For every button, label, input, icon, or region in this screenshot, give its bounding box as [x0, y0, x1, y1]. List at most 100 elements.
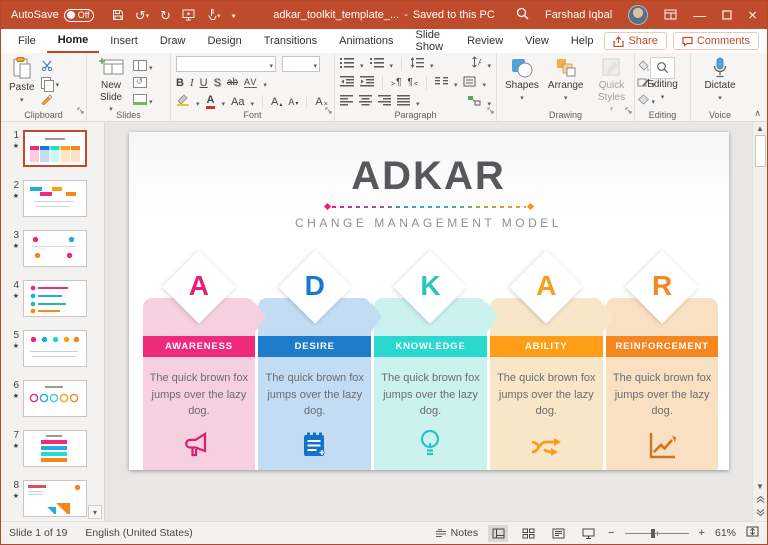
- tab-slide-show[interactable]: Slide Show: [405, 29, 457, 53]
- columns-button[interactable]: [435, 74, 448, 92]
- decrease-font-size-button[interactable]: A▾: [288, 98, 298, 107]
- slide-thumbnail-3[interactable]: 3: [5, 230, 98, 267]
- dialog-launcher-icon[interactable]: [77, 101, 84, 119]
- zoom-out-button[interactable]: [608, 527, 614, 539]
- adkar-column-reinforcement[interactable]: R REINFORCEMENT The quick brown fox jump…: [606, 258, 719, 470]
- slide-title[interactable]: ADKAR: [129, 156, 729, 196]
- highlight-color-button[interactable]: [176, 93, 190, 111]
- increase-indent-button[interactable]: [360, 74, 374, 92]
- slide-thumbnail-1[interactable]: 1: [5, 130, 98, 167]
- scrollbar-thumb[interactable]: [755, 135, 766, 167]
- slide-thumbnail-8[interactable]: 8: [5, 480, 98, 517]
- tab-home[interactable]: Home: [47, 29, 100, 53]
- rtl-direction-button[interactable]: ¶<: [407, 78, 417, 88]
- tab-transitions[interactable]: Transitions: [253, 29, 328, 53]
- adkar-column-ability[interactable]: A ABILITY The quick brown fox jumps over…: [490, 258, 603, 470]
- scroll-up-icon[interactable]: ▲: [756, 124, 764, 133]
- align-left-button[interactable]: [340, 93, 353, 111]
- adkar-column-desire[interactable]: D DESIRE The quick brown fox jumps over …: [258, 258, 371, 470]
- ribbon-display-options-icon[interactable]: [664, 9, 677, 22]
- paste-button[interactable]: Paste: [6, 56, 38, 106]
- section-button[interactable]: [133, 93, 153, 106]
- slideshow-view-button[interactable]: [578, 525, 598, 542]
- align-center-button[interactable]: [359, 93, 372, 111]
- slide-thumbnail-4[interactable]: 4: [5, 280, 98, 317]
- slide-thumbnail-7[interactable]: 7: [5, 430, 98, 467]
- language-indicator[interactable]: English (United States): [85, 527, 192, 539]
- autosave-toggle[interactable]: AutoSave Off: [11, 9, 94, 22]
- touch-mode-icon[interactable]: [206, 9, 221, 21]
- undo-button[interactable]: [135, 9, 149, 22]
- justify-button[interactable]: [397, 93, 410, 111]
- redo-button[interactable]: [160, 9, 171, 22]
- text-height-button[interactable]: A: [468, 55, 481, 73]
- previous-slide-button[interactable]: [756, 495, 765, 505]
- shapes-button[interactable]: Shapes: [502, 56, 542, 104]
- slide-sorter-view-button[interactable]: [518, 525, 538, 542]
- slide-thumbnail-2[interactable]: 2: [5, 180, 98, 217]
- user-name[interactable]: Farshad Iqbal: [545, 9, 612, 21]
- line-spacing-button[interactable]: [410, 55, 424, 73]
- decrease-indent-button[interactable]: [340, 74, 354, 92]
- close-button[interactable]: ×: [748, 8, 757, 23]
- italic-button[interactable]: I: [190, 78, 194, 89]
- tab-animations[interactable]: Animations: [328, 29, 404, 53]
- copy-button[interactable]: [41, 76, 60, 89]
- tab-file[interactable]: File: [7, 29, 47, 53]
- new-slide-button[interactable]: New Slide: [92, 56, 130, 116]
- align-right-button[interactable]: [378, 93, 391, 111]
- reading-view-button[interactable]: [548, 525, 568, 542]
- underline-button[interactable]: U: [200, 78, 208, 89]
- bold-button[interactable]: B: [176, 78, 184, 89]
- avatar[interactable]: [628, 5, 648, 25]
- scroll-down-icon[interactable]: ▼: [756, 482, 764, 491]
- adkar-column-knowledge[interactable]: K KNOWLEDGE The quick brown fox jumps ov…: [374, 258, 487, 470]
- slide-indicator[interactable]: Slide 1 of 19: [9, 527, 67, 539]
- cut-button[interactable]: [41, 59, 60, 72]
- tab-draw[interactable]: Draw: [149, 29, 197, 53]
- convert-to-smartart-button[interactable]: [467, 93, 481, 111]
- tab-insert[interactable]: Insert: [99, 29, 149, 53]
- strikethrough-button[interactable]: ab: [227, 78, 238, 88]
- customize-qat-icon[interactable]: [232, 9, 236, 21]
- character-spacing-button[interactable]: AV: [244, 78, 257, 88]
- text-direction-button[interactable]: [463, 74, 476, 92]
- tab-design[interactable]: Design: [196, 29, 252, 53]
- maximize-button[interactable]: [722, 9, 732, 22]
- ltr-direction-button[interactable]: >¶: [391, 78, 401, 88]
- saved-status[interactable]: Saved to this PC: [413, 9, 495, 21]
- normal-view-button[interactable]: [488, 525, 508, 542]
- arrange-button[interactable]: Arrange: [545, 56, 587, 104]
- slide-subtitle[interactable]: CHANGE MANAGEMENT MODEL: [129, 216, 729, 230]
- share-button[interactable]: Share: [604, 32, 666, 50]
- toggle-switch[interactable]: Off: [64, 9, 94, 22]
- vertical-scrollbar[interactable]: ▲ ▼: [752, 122, 767, 521]
- change-case-button[interactable]: Aa: [231, 97, 244, 108]
- zoom-in-button[interactable]: [699, 527, 705, 539]
- slide-thumbnail-5[interactable]: 5: [5, 330, 98, 367]
- dialog-launcher-icon[interactable]: [487, 101, 494, 119]
- text-shadow-button[interactable]: S: [214, 78, 221, 89]
- bullets-button[interactable]: [340, 55, 354, 73]
- dialog-launcher-icon[interactable]: [325, 101, 332, 119]
- slide-editor[interactable]: ADKAR CHANGE MANAGEMENT MODEL A AWARENES…: [129, 132, 729, 470]
- format-painter-button[interactable]: [41, 93, 60, 106]
- adkar-column-awareness[interactable]: A AWARENESS The quick brown fox jumps ov…: [143, 258, 256, 470]
- slide-thumbnail-6[interactable]: 6: [5, 380, 98, 417]
- font-size-combo[interactable]: [282, 56, 320, 72]
- fit-to-window-icon[interactable]: [746, 526, 759, 540]
- increase-font-size-button[interactable]: A▴: [271, 97, 282, 108]
- editing-button[interactable]: Editing: [644, 56, 681, 103]
- save-icon[interactable]: [112, 9, 124, 21]
- zoom-slider-thumb[interactable]: [651, 529, 655, 538]
- tab-view[interactable]: View: [514, 29, 560, 53]
- notes-button[interactable]: Notes: [435, 527, 478, 539]
- next-slide-button[interactable]: [756, 509, 765, 519]
- comments-button[interactable]: Comments: [673, 32, 759, 50]
- font-color-button[interactable]: A: [206, 95, 216, 109]
- dialog-launcher-icon[interactable]: [625, 101, 632, 119]
- zoom-level[interactable]: 61%: [715, 527, 736, 539]
- font-name-combo[interactable]: [176, 56, 276, 72]
- thumbnails-scroll-down-icon[interactable]: [88, 505, 102, 519]
- reset-button[interactable]: [133, 76, 153, 89]
